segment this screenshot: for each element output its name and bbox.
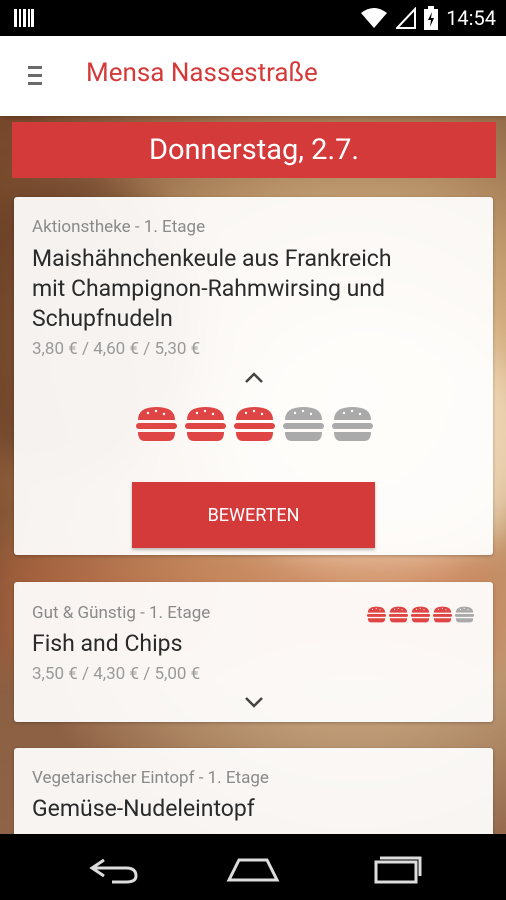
burger-rating-icon <box>454 605 475 624</box>
app-title: Mensa Nassestraße <box>86 58 318 88</box>
meal-title-line: Gemüse-Nudeleintopf <box>32 795 255 822</box>
clock: 14:54 <box>446 6 496 30</box>
hamburger-menu-icon[interactable] <box>22 64 48 88</box>
meal-card[interactable]: Vegetarischer Eintopf - 1. Etage Gemüse-… <box>14 748 493 834</box>
navigation-bar <box>0 834 506 900</box>
rating-large[interactable] <box>134 404 375 444</box>
meal-prices: 3,80 € / 4,60 € / 5,30 € <box>32 339 201 359</box>
burger-rating-icon[interactable] <box>134 404 179 444</box>
back-icon[interactable] <box>86 850 142 886</box>
burger-rating-icon <box>388 605 409 624</box>
home-icon[interactable] <box>225 850 281 886</box>
meal-category: Aktionstheke - 1. Etage <box>32 217 206 237</box>
app-bar: Mensa Nassestraße <box>0 36 506 116</box>
cell-signal-icon <box>396 7 417 29</box>
meal-title-line: Schupfnudeln <box>32 305 173 332</box>
meal-card[interactable]: Aktionstheke - 1. Etage Maishähnchenkeul… <box>14 197 493 555</box>
barcode-icon <box>14 9 34 27</box>
meal-card[interactable]: Gut & Günstig - 1. Etage Fish and Chips … <box>14 582 493 722</box>
meal-category: Gut & Günstig - 1. Etage <box>32 603 211 623</box>
burger-rating-icon[interactable] <box>281 404 326 444</box>
battery-charging-icon <box>424 6 439 30</box>
burger-rating-icon[interactable] <box>232 404 277 444</box>
meal-title-line: Maishähnchenkeule aus Frankreich <box>32 245 392 272</box>
meal-title-line: Fish and Chips <box>32 630 183 657</box>
burger-rating-icon <box>366 605 387 624</box>
burger-rating-icon <box>410 605 431 624</box>
recents-icon[interactable] <box>368 850 424 886</box>
burger-rating-icon <box>432 605 453 624</box>
burger-rating-icon[interactable] <box>183 404 228 444</box>
menu-list[interactable]: Donnerstag, 2.7. Aktionstheke - 1. Etage… <box>0 116 506 834</box>
burger-rating-icon[interactable] <box>330 404 375 444</box>
status-bar: 14:54 <box>0 0 506 36</box>
meal-prices: 3,50 € / 4,30 € / 5,00 € <box>32 664 201 684</box>
meal-category: Vegetarischer Eintopf - 1. Etage <box>32 768 269 788</box>
rating-small <box>366 605 475 624</box>
wifi-icon <box>361 8 388 28</box>
chevron-up-icon[interactable] <box>244 372 264 384</box>
meal-title-line: mit Champignon-Rahmwirsing und <box>32 275 385 302</box>
chevron-down-icon[interactable] <box>244 696 264 708</box>
rate-button[interactable]: BEWERTEN <box>132 482 375 548</box>
date-banner: Donnerstag, 2.7. <box>12 122 496 178</box>
